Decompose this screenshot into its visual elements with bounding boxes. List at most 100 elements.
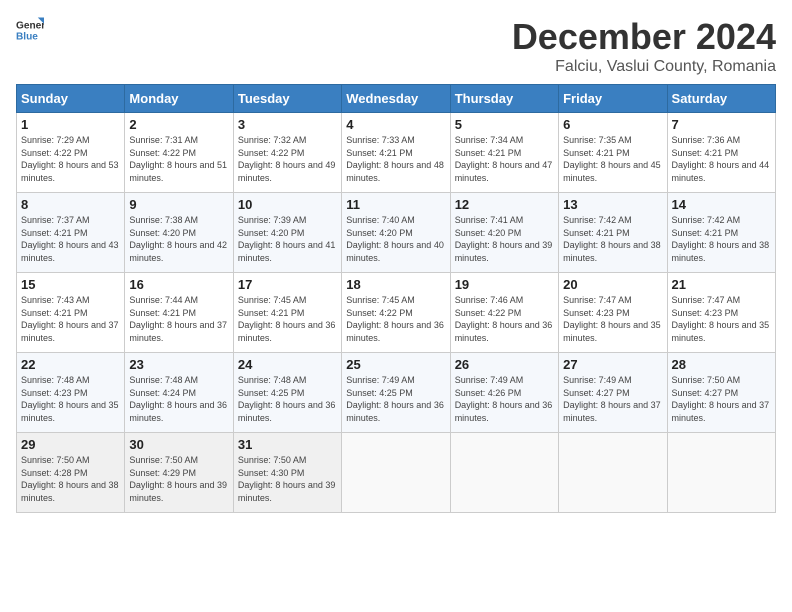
day-number: 10 (238, 197, 337, 212)
day-number: 20 (563, 277, 662, 292)
day-number: 25 (346, 357, 445, 372)
calendar-cell: 4 Sunrise: 7:33 AMSunset: 4:21 PMDaylight… (342, 113, 450, 193)
calendar-body: 1 Sunrise: 7:29 AMSunset: 4:22 PMDaylight… (17, 113, 776, 513)
day-info: Sunrise: 7:29 AMSunset: 4:22 PMDaylight:… (21, 134, 120, 184)
day-info: Sunrise: 7:44 AMSunset: 4:21 PMDaylight:… (129, 294, 228, 344)
day-info: Sunrise: 7:41 AMSunset: 4:20 PMDaylight:… (455, 214, 554, 264)
day-info: Sunrise: 7:34 AMSunset: 4:21 PMDaylight:… (455, 134, 554, 184)
day-number: 19 (455, 277, 554, 292)
calendar-cell (450, 433, 558, 513)
calendar-cell: 24 Sunrise: 7:48 AMSunset: 4:25 PMDayligh… (233, 353, 341, 433)
day-number: 2 (129, 117, 228, 132)
day-info: Sunrise: 7:42 AMSunset: 4:21 PMDaylight:… (563, 214, 662, 264)
calendar-table: SundayMondayTuesdayWednesdayThursdayFrid… (16, 84, 776, 513)
calendar-cell: 18 Sunrise: 7:45 AMSunset: 4:22 PMDayligh… (342, 273, 450, 353)
day-info: Sunrise: 7:45 AMSunset: 4:22 PMDaylight:… (346, 294, 445, 344)
weekday-header-row: SundayMondayTuesdayWednesdayThursdayFrid… (17, 85, 776, 113)
day-number: 26 (455, 357, 554, 372)
day-number: 18 (346, 277, 445, 292)
calendar-week-row: 8 Sunrise: 7:37 AMSunset: 4:21 PMDaylight… (17, 193, 776, 273)
day-number: 14 (672, 197, 771, 212)
day-info: Sunrise: 7:43 AMSunset: 4:21 PMDaylight:… (21, 294, 120, 344)
calendar-cell: 10 Sunrise: 7:39 AMSunset: 4:20 PMDayligh… (233, 193, 341, 273)
calendar-cell: 23Sunrise: 7:48 AMSunset: 4:24 PMDayligh… (125, 353, 233, 433)
day-info: Sunrise: 7:39 AMSunset: 4:20 PMDaylight:… (238, 214, 337, 264)
calendar-week-row: 22 Sunrise: 7:48 AMSunset: 4:23 PMDayligh… (17, 353, 776, 433)
day-number: 15 (21, 277, 120, 292)
day-info: Sunrise: 7:47 AMSunset: 4:23 PMDaylight:… (672, 294, 771, 344)
day-info: Sunrise: 7:47 AMSunset: 4:23 PMDaylight:… (563, 294, 662, 344)
calendar-cell: 27 Sunrise: 7:49 AMSunset: 4:27 PMDayligh… (559, 353, 667, 433)
weekday-header-monday: Monday (125, 85, 233, 113)
day-number: 13 (563, 197, 662, 212)
day-number: 1 (21, 117, 120, 132)
svg-text:General: General (16, 20, 44, 31)
calendar-cell: 22 Sunrise: 7:48 AMSunset: 4:23 PMDayligh… (17, 353, 125, 433)
day-info: Sunrise: 7:35 AMSunset: 4:21 PMDaylight:… (563, 134, 662, 184)
day-info: Sunrise: 7:49 AMSunset: 4:27 PMDaylight:… (563, 374, 662, 424)
day-info: Sunrise: 7:42 AMSunset: 4:21 PMDaylight:… (672, 214, 771, 264)
day-info: Sunrise: 7:49 AMSunset: 4:25 PMDaylight:… (346, 374, 445, 424)
day-info: Sunrise: 7:48 AMSunset: 4:23 PMDaylight:… (21, 374, 120, 424)
day-number: 3 (238, 117, 337, 132)
calendar-cell: 13 Sunrise: 7:42 AMSunset: 4:21 PMDayligh… (559, 193, 667, 273)
weekday-header-friday: Friday (559, 85, 667, 113)
day-info: Sunrise: 7:38 AMSunset: 4:20 PMDaylight:… (129, 214, 228, 264)
day-info: Sunrise: 7:48 AMSunset: 4:24 PMDaylight:… (129, 374, 228, 424)
day-info: Sunrise: 7:37 AMSunset: 4:21 PMDaylight:… (21, 214, 120, 264)
calendar-cell: 11Sunrise: 7:40 AMSunset: 4:20 PMDayligh… (342, 193, 450, 273)
calendar-cell: 15 Sunrise: 7:43 AMSunset: 4:21 PMDayligh… (17, 273, 125, 353)
day-info: Sunrise: 7:50 AMSunset: 4:28 PMDaylight:… (21, 454, 120, 504)
calendar-cell (667, 433, 775, 513)
weekday-header-wednesday: Wednesday (342, 85, 450, 113)
calendar-cell: 28Sunrise: 7:50 AMSunset: 4:27 PMDayligh… (667, 353, 775, 433)
calendar-cell: 31 Sunrise: 7:50 AMSunset: 4:30 PMDayligh… (233, 433, 341, 513)
day-number: 31 (238, 437, 337, 452)
calendar-cell: 8 Sunrise: 7:37 AMSunset: 4:21 PMDaylight… (17, 193, 125, 273)
weekday-header-saturday: Saturday (667, 85, 775, 113)
calendar-title: December 2024 (512, 16, 776, 58)
day-info: Sunrise: 7:50 AMSunset: 4:30 PMDaylight:… (238, 454, 337, 504)
calendar-cell: 25 Sunrise: 7:49 AMSunset: 4:25 PMDayligh… (342, 353, 450, 433)
calendar-subtitle: Falciu, Vaslui County, Romania (512, 58, 776, 76)
calendar-cell: 30Sunrise: 7:50 AMSunset: 4:29 PMDayligh… (125, 433, 233, 513)
calendar-cell: 20 Sunrise: 7:47 AMSunset: 4:23 PMDayligh… (559, 273, 667, 353)
calendar-cell: 1 Sunrise: 7:29 AMSunset: 4:22 PMDaylight… (17, 113, 125, 193)
calendar-week-row: 29 Sunrise: 7:50 AMSunset: 4:28 PMDayligh… (17, 433, 776, 513)
title-area: December 2024 Falciu, Vaslui County, Rom… (512, 16, 776, 76)
calendar-cell: 21 Sunrise: 7:47 AMSunset: 4:23 PMDayligh… (667, 273, 775, 353)
day-number: 29 (21, 437, 120, 452)
day-number: 24 (238, 357, 337, 372)
day-number: 17 (238, 277, 337, 292)
day-number: 22 (21, 357, 120, 372)
calendar-cell (342, 433, 450, 513)
day-number: 12 (455, 197, 554, 212)
day-number: 28 (672, 357, 771, 372)
day-number: 21 (672, 277, 771, 292)
day-info: Sunrise: 7:48 AMSunset: 4:25 PMDaylight:… (238, 374, 337, 424)
day-info: Sunrise: 7:32 AMSunset: 4:22 PMDaylight:… (238, 134, 337, 184)
svg-text:Blue: Blue (16, 31, 38, 42)
day-info: Sunrise: 7:31 AMSunset: 4:22 PMDaylight:… (129, 134, 228, 184)
day-number: 8 (21, 197, 120, 212)
weekday-header-thursday: Thursday (450, 85, 558, 113)
logo-icon: General Blue (16, 16, 44, 44)
day-number: 11 (346, 197, 445, 212)
calendar-cell: 9Sunrise: 7:38 AMSunset: 4:20 PMDaylight… (125, 193, 233, 273)
day-number: 6 (563, 117, 662, 132)
calendar-cell: 26Sunrise: 7:49 AMSunset: 4:26 PMDayligh… (450, 353, 558, 433)
calendar-header: SundayMondayTuesdayWednesdayThursdayFrid… (17, 85, 776, 113)
calendar-cell: 5Sunrise: 7:34 AMSunset: 4:21 PMDaylight… (450, 113, 558, 193)
calendar-cell: 16 Sunrise: 7:44 AMSunset: 4:21 PMDayligh… (125, 273, 233, 353)
day-info: Sunrise: 7:46 AMSunset: 4:22 PMDaylight:… (455, 294, 554, 344)
day-number: 7 (672, 117, 771, 132)
calendar-cell: 17Sunrise: 7:45 AMSunset: 4:21 PMDayligh… (233, 273, 341, 353)
calendar-cell: 3 Sunrise: 7:32 AMSunset: 4:22 PMDaylight… (233, 113, 341, 193)
header: General Blue December 2024 Falciu, Vaslu… (16, 16, 776, 76)
day-number: 30 (129, 437, 228, 452)
day-number: 27 (563, 357, 662, 372)
day-info: Sunrise: 7:33 AMSunset: 4:21 PMDaylight:… (346, 134, 445, 184)
calendar-cell (559, 433, 667, 513)
day-number: 4 (346, 117, 445, 132)
day-number: 16 (129, 277, 228, 292)
